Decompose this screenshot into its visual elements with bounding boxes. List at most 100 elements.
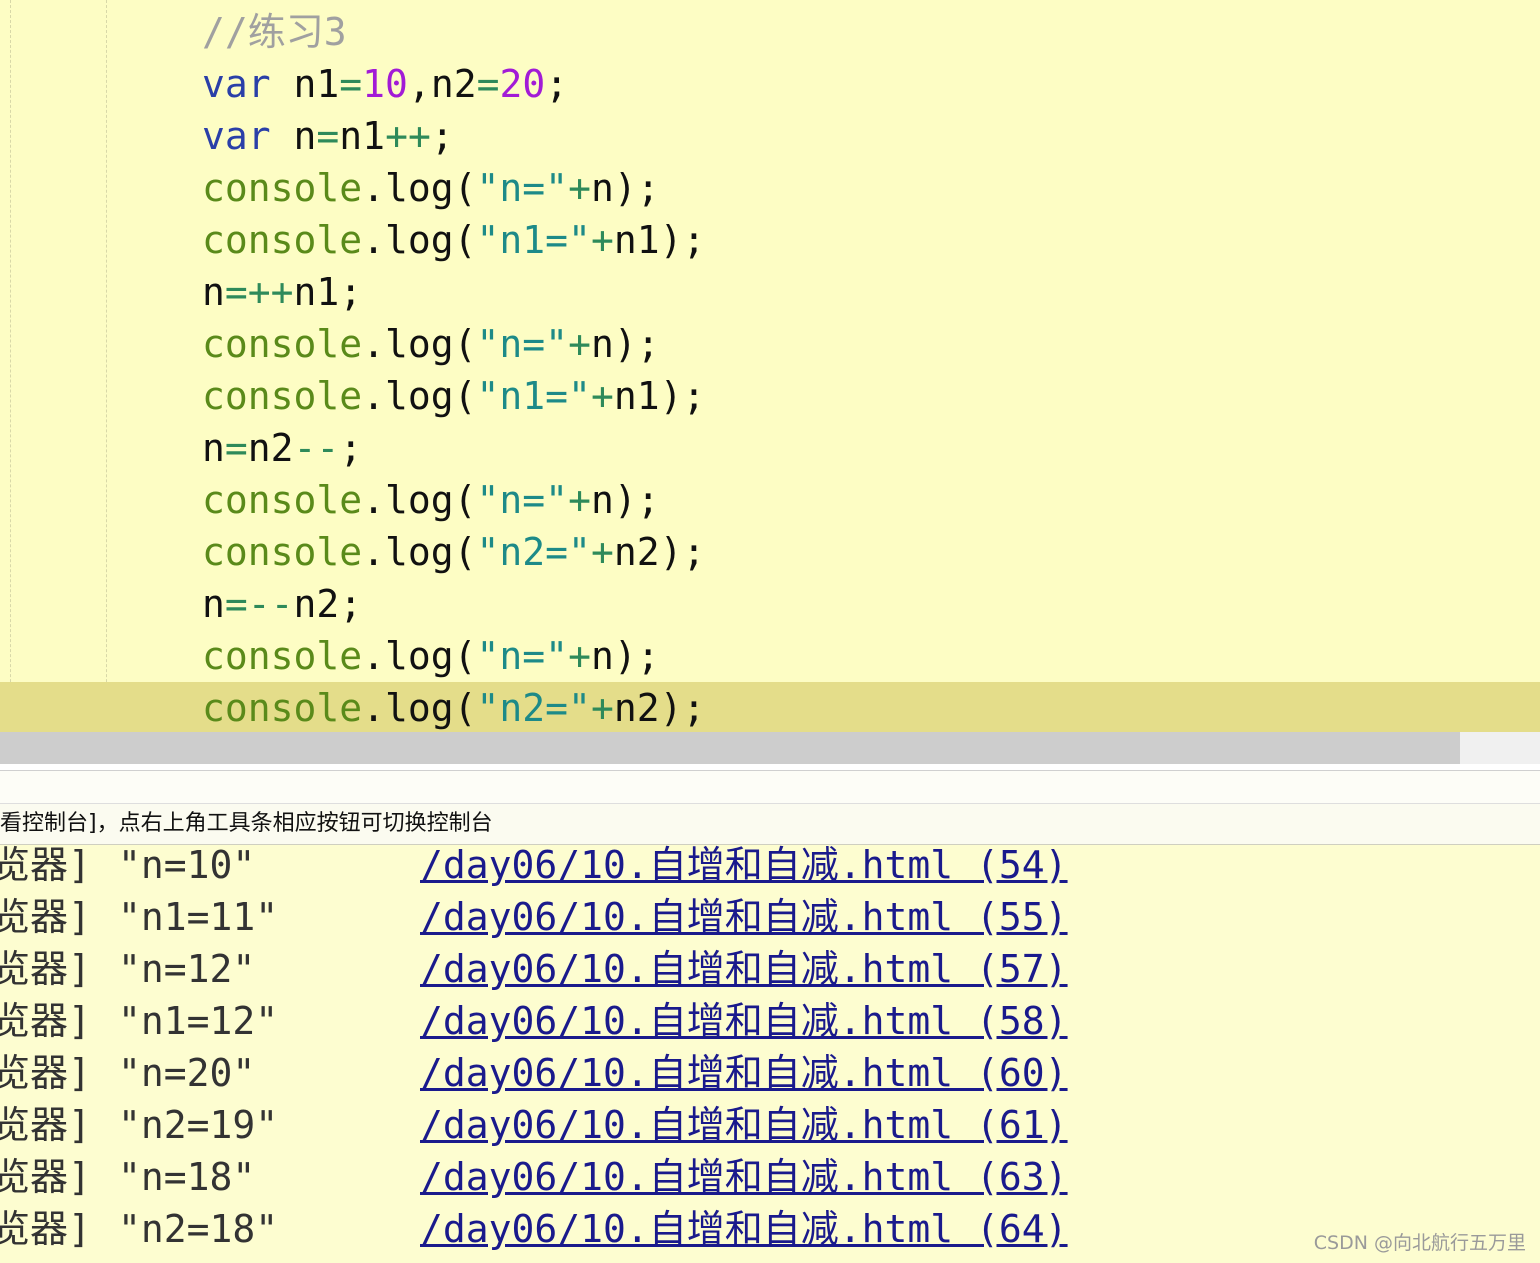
log-source-link[interactable]: /day06/10.自增和自减.html (63) xyxy=(420,1157,1068,1197)
code-token-console: console xyxy=(202,686,363,730)
log-source-prefix: 览器] xyxy=(0,999,91,1043)
code-token-punct: .log( xyxy=(362,530,477,574)
log-source-prefix: 览器] xyxy=(0,947,91,991)
code-token-ident: n xyxy=(202,582,225,626)
code-token-punct: .log( xyxy=(362,218,477,262)
code-token-keyword: var xyxy=(202,62,271,106)
log-source-link[interactable]: /day06/10.自增和自减.html (57) xyxy=(420,949,1068,989)
code-token-punct: ; xyxy=(430,114,454,158)
code-token-punct: ; xyxy=(545,62,569,106)
code-token-ident: n1 xyxy=(270,62,340,106)
code-token-string: "n=" xyxy=(476,166,569,210)
code-line[interactable]: //练习3 xyxy=(0,6,1540,58)
code-token-ident: n); xyxy=(590,478,660,522)
code-token-number: 10 xyxy=(362,62,408,106)
code-token-console: console xyxy=(202,634,363,678)
watermark: CSDN @向北航行五万里 xyxy=(1313,1232,1526,1254)
code-token-op: + xyxy=(568,322,591,366)
code-line[interactable]: console.log("n="+n); xyxy=(0,318,1540,370)
code-text: n=--n2; xyxy=(202,578,362,630)
code-token-punct: .log( xyxy=(362,322,477,366)
code-token-punct: .log( xyxy=(362,634,477,678)
code-token-op: + xyxy=(568,166,591,210)
log-source-link[interactable]: /day06/10.自增和自减.html (61) xyxy=(420,1105,1068,1145)
log-message: "n=18" xyxy=(118,1155,256,1199)
code-token-op: + xyxy=(590,686,614,730)
ide-window: //练习3 var n1=10,n2=20; var n=n1++; console.… xyxy=(0,0,1540,1263)
code-line[interactable]: console.log("n1="+n1); xyxy=(0,370,1540,422)
code-text: console.log("n1="+n1); xyxy=(202,370,705,422)
code-token-ident: n xyxy=(202,426,225,470)
console-log-row: 览器] "n=10" /day06/10.自增和自减.html (54) xyxy=(0,845,1540,897)
log-source-prefix: 览器] xyxy=(0,895,91,939)
code-token-string: "n=" xyxy=(476,322,569,366)
log-source-prefix: 览器] xyxy=(0,1051,91,1095)
console-log-row: 览器] "n1=12" /day06/10.自增和自减.html (58) xyxy=(0,1001,1540,1053)
code-line[interactable]: console.log("n="+n); xyxy=(0,162,1540,214)
code-token-op: = xyxy=(339,62,363,106)
console-log-row: 览器] "n2=18" /day06/10.自增和自减.html (64) xyxy=(0,1209,1540,1261)
code-token-console: console xyxy=(202,374,363,418)
code-token-ident: n2); xyxy=(613,686,706,730)
code-line[interactable]: n=--n2; xyxy=(0,578,1540,630)
code-token-string: "n2=" xyxy=(476,686,591,730)
code-line[interactable]: var n1=10,n2=20; xyxy=(0,58,1540,110)
code-line[interactable]: n=++n1; xyxy=(0,266,1540,318)
code-line[interactable]: console.log("n="+n); xyxy=(0,474,1540,526)
code-token-op: + xyxy=(590,218,614,262)
code-token-console: console xyxy=(202,166,363,210)
code-token-ident: ,n2 xyxy=(407,62,477,106)
code-token-op: + xyxy=(590,530,614,574)
panel-divider[interactable] xyxy=(0,764,1540,771)
code-token-op: -- xyxy=(293,426,340,470)
code-token-op: + xyxy=(568,478,591,522)
code-line[interactable]: var n=n1++; xyxy=(0,110,1540,162)
code-line[interactable]: n=n2--; xyxy=(0,422,1540,474)
log-source-link[interactable]: /day06/10.自增和自减.html (58) xyxy=(420,1001,1068,1041)
log-source-prefix: 览器] xyxy=(0,845,91,887)
code-token-ident: n1); xyxy=(613,218,706,262)
log-source-link[interactable]: /day06/10.自增和自减.html (60) xyxy=(420,1053,1068,1093)
log-source-link[interactable]: /day06/10.自增和自减.html (54) xyxy=(420,845,1068,885)
code-text: console.log("n1="+n1); xyxy=(202,214,705,266)
code-line[interactable]: console.log("n1="+n1); xyxy=(0,214,1540,266)
log-source-link[interactable]: /day06/10.自增和自减.html (55) xyxy=(420,897,1068,937)
code-token-ident: n1; xyxy=(293,270,363,314)
log-source-prefix: 览器] xyxy=(0,1155,91,1199)
code-token-ident: n xyxy=(270,114,317,158)
code-token-string: "n2=" xyxy=(476,530,591,574)
console-toolbar xyxy=(0,771,1540,804)
console-log-row: 览器] "n=18" /day06/10.自增和自减.html (63) xyxy=(0,1157,1540,1209)
log-message: "n1=11" xyxy=(118,895,279,939)
horizontal-scrollbar[interactable] xyxy=(0,732,1540,764)
code-token-op: = xyxy=(316,114,340,158)
code-editor[interactable]: //练习3 var n1=10,n2=20; var n=n1++; console.… xyxy=(0,0,1540,732)
code-token-op: ++ xyxy=(385,114,431,158)
code-token-keyword: var xyxy=(202,114,271,158)
console-log-row: 览器] "n1=11" /day06/10.自增和自减.html (55) xyxy=(0,897,1540,949)
console-log-row: 览器] "n=12" /day06/10.自增和自减.html (57) xyxy=(0,949,1540,1001)
code-line[interactable]: console.log("n2="+n2); xyxy=(0,526,1540,578)
code-token-string: "n=" xyxy=(476,634,569,678)
log-source-link[interactable]: /day06/10.自增和自减.html (64) xyxy=(420,1209,1068,1249)
code-token-console: console xyxy=(202,478,363,522)
code-text: n=n2--; xyxy=(202,422,362,474)
log-message: "n2=18" xyxy=(118,1207,279,1251)
code-token-ident: n2; xyxy=(293,582,363,626)
code-token-op: = xyxy=(476,62,500,106)
code-text: console.log("n="+n); xyxy=(202,474,660,526)
console-hint-text: 看控制台]，点右上角工具条相应按钮可切换控制台 xyxy=(0,804,1540,845)
log-source-prefix: 览器] xyxy=(0,1207,91,1251)
log-message: "n2=19" xyxy=(118,1103,279,1147)
code-token-op: =++ xyxy=(224,270,294,314)
code-line[interactable]: console.log("n="+n); xyxy=(0,630,1540,682)
console-output: 览器] "n=10" /day06/10.自增和自减.html (54) 览器] "n1… xyxy=(0,845,1540,1263)
code-token-string: "n1=" xyxy=(476,218,591,262)
code-token-string: "n=" xyxy=(476,478,569,522)
scrollbar-thumb[interactable] xyxy=(0,732,1460,764)
log-message: "n1=12" xyxy=(118,999,279,1043)
code-token-punct: .log( xyxy=(362,166,477,210)
code-line-active[interactable]: console.log("n2="+n2); xyxy=(0,682,1540,732)
code-token-ident: n); xyxy=(590,634,660,678)
code-text: console.log("n="+n); xyxy=(202,162,660,214)
